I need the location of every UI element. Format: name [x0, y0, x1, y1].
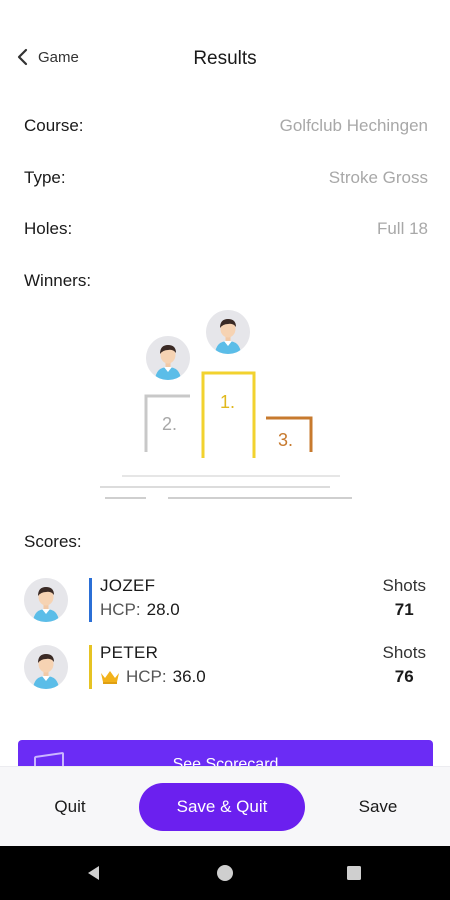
player-avatar — [24, 578, 68, 622]
second-place-number: 2. — [162, 414, 178, 434]
nav-recents-button[interactable] — [324, 846, 384, 900]
nav-home-button[interactable] — [195, 846, 255, 900]
score-row-peter: PETER HCP: 36.0 Shots 76 — [24, 643, 428, 695]
shots-label: Shots — [382, 643, 426, 662]
holes-value: Full 18 — [376, 219, 428, 238]
page-title: Results — [193, 48, 257, 69]
triangle-back-icon — [88, 866, 99, 880]
square-recents-icon — [347, 866, 361, 880]
winners-podium: 2. 1. 3. — [0, 300, 450, 510]
shots-value: 71 — [394, 600, 414, 619]
player-shots: Shots 71 — [383, 576, 426, 620]
player-shots: Shots 76 — [383, 643, 426, 687]
nav-back-button[interactable] — [64, 846, 124, 900]
player-name: PETER — [100, 643, 159, 662]
shots-label: Shots — [382, 576, 426, 595]
type-row: Type: Stroke Gross — [24, 168, 428, 188]
hcp-value: 28.0 — [146, 600, 180, 619]
shots-value: 76 — [394, 667, 414, 686]
type-value: Stroke Gross — [328, 168, 428, 187]
course-row: Course: Golfclub Hechingen — [24, 116, 428, 136]
system-nav-bar — [0, 846, 450, 900]
first-place-step — [201, 371, 256, 458]
type-label: Type: — [24, 168, 66, 187]
scores-label: Scores: — [24, 532, 82, 551]
save-button[interactable]: Save — [328, 767, 428, 847]
first-place-number: 1. — [220, 392, 236, 412]
hcp-label: HCP: — [100, 600, 141, 619]
course-label: Course: — [24, 116, 84, 135]
player-hcp: HCP: 28.0 — [100, 600, 180, 620]
save-and-quit-button[interactable]: Save & Quit — [139, 783, 305, 831]
hcp-label: HCP: — [126, 667, 167, 686]
hcp-value: 36.0 — [172, 667, 206, 686]
app-header: Game Results — [0, 38, 450, 82]
player-hcp: HCP: 36.0 — [100, 667, 206, 687]
course-value: Golfclub Hechingen — [279, 116, 428, 135]
winners-label: Winners: — [24, 271, 92, 290]
bottom-action-bar: Quit Save & Quit Save — [0, 766, 450, 846]
player-name: JOZEF — [100, 576, 156, 595]
third-place-number: 3. — [278, 430, 294, 450]
crown-icon — [101, 671, 119, 684]
quit-button[interactable]: Quit — [20, 767, 120, 847]
holes-label: Holes: — [24, 219, 73, 238]
score-row-jozef: JOZEF HCP: 28.0 Shots 71 — [24, 576, 428, 628]
team-color-bar — [89, 578, 92, 622]
player-avatar — [24, 645, 68, 689]
circle-home-icon — [217, 865, 233, 881]
holes-row: Holes: Full 18 — [24, 219, 428, 239]
team-color-bar — [89, 645, 92, 689]
